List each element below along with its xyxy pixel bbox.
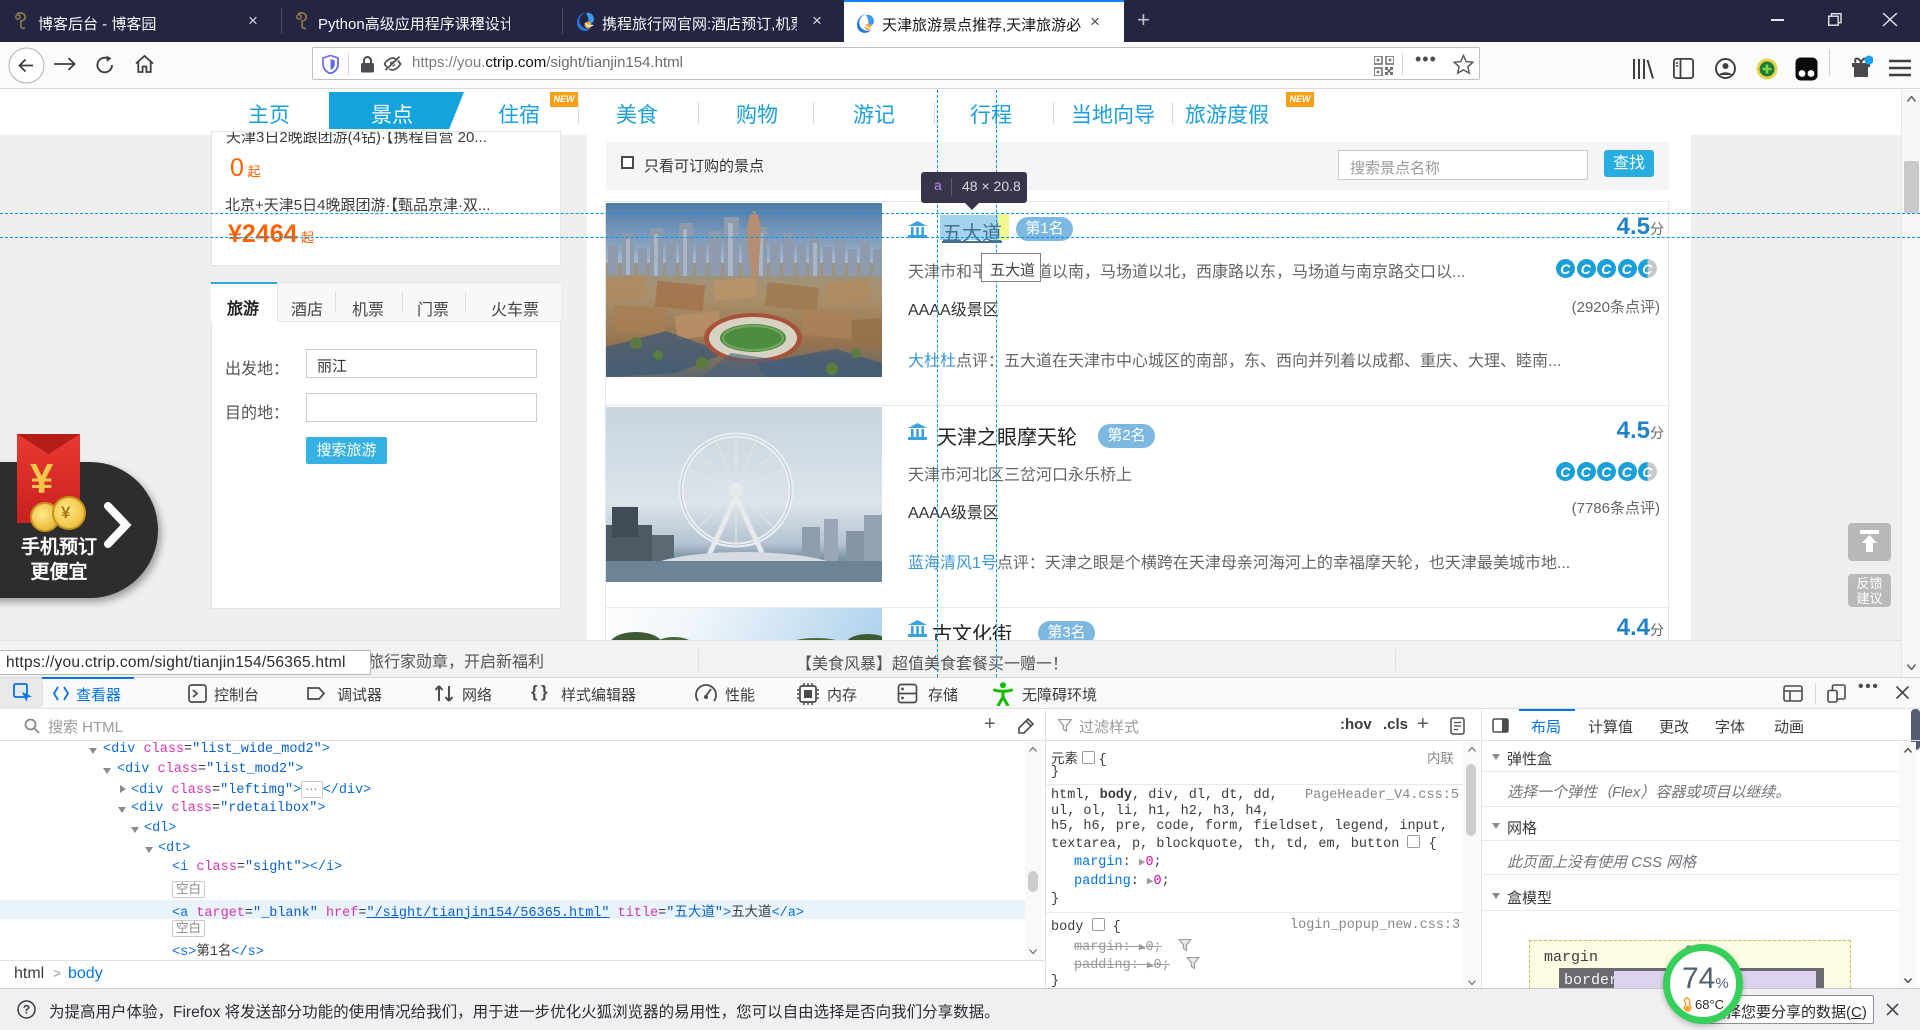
svg-text:?: ?: [23, 1003, 30, 1017]
